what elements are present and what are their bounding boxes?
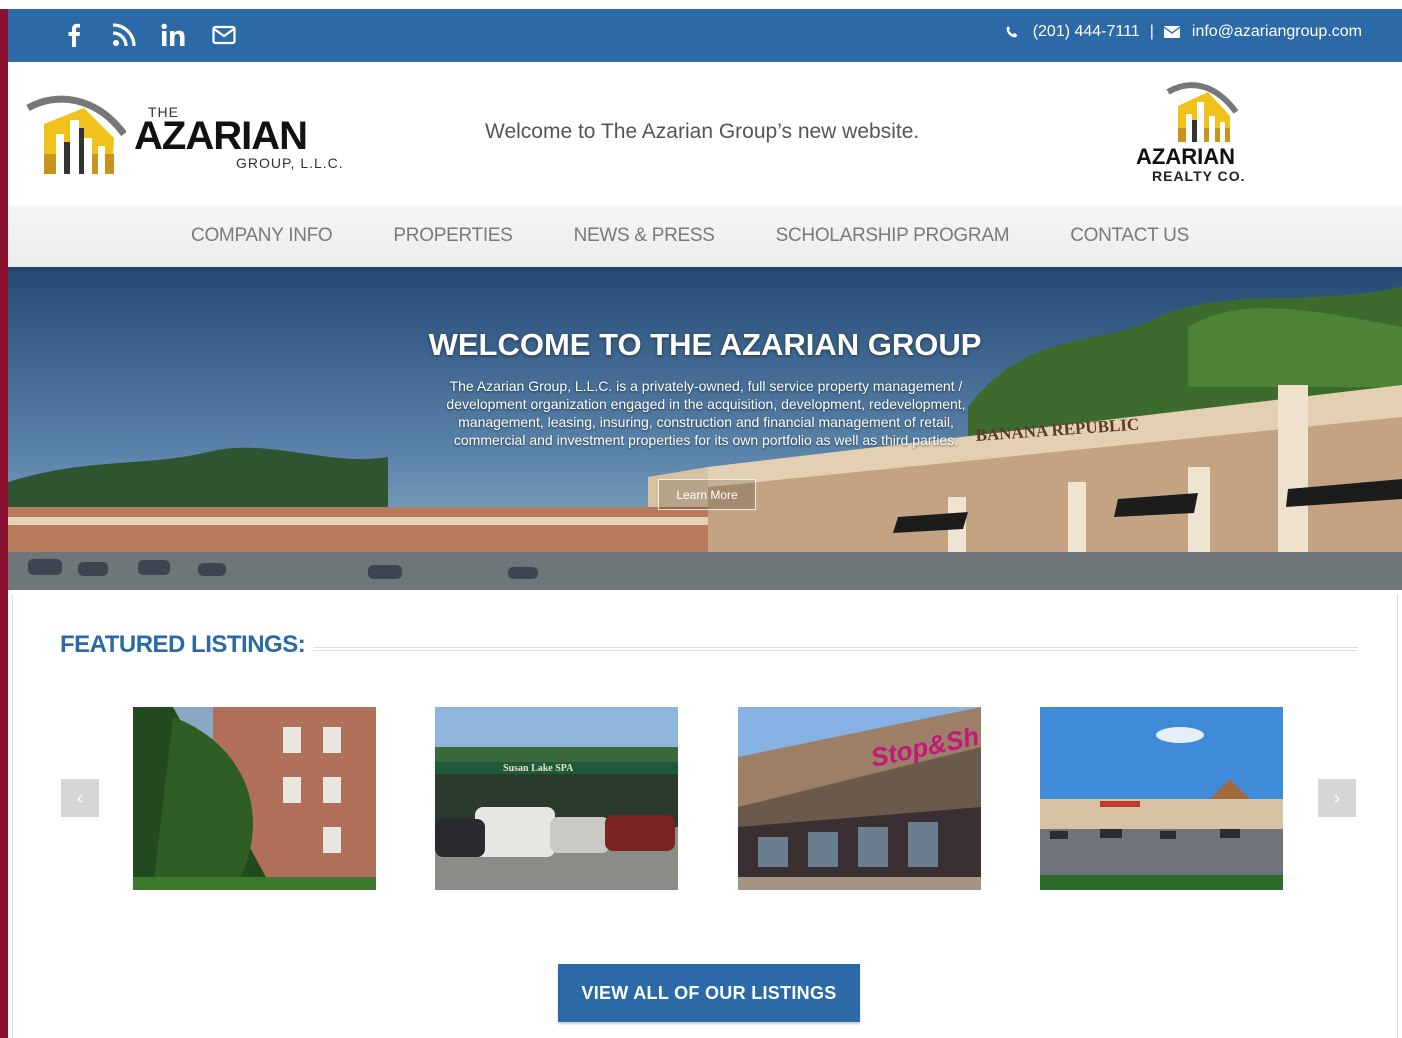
email-link[interactable]: info@azariangroup.com bbox=[1192, 23, 1362, 41]
listing-2-sign: Susan Lake SPA bbox=[503, 763, 574, 774]
nav-company-info[interactable]: COMPANY INFO bbox=[191, 225, 333, 247]
title-divider bbox=[313, 647, 1358, 651]
nav-properties[interactable]: PROPERTIES bbox=[393, 225, 512, 247]
envelope-icon bbox=[1163, 26, 1180, 38]
listing-card-2[interactable]: Susan Lake SPA bbox=[435, 707, 678, 890]
azarian-realty-logo[interactable]: AZARIAN REALTY CO. bbox=[1128, 80, 1278, 190]
rss-icon[interactable] bbox=[110, 21, 138, 49]
listing-image-2: Susan Lake SPA bbox=[435, 707, 678, 890]
contact-info: (201) 444-7111 | info@azariangroup.com bbox=[1005, 23, 1362, 41]
learn-more-button[interactable]: Learn More bbox=[658, 479, 756, 510]
hero-banner: BANANA REPUBLIC WELCOME TO THE AZARIAN G… bbox=[8, 267, 1402, 590]
listing-image-3: Stop&Sh bbox=[738, 707, 981, 890]
hero-title: WELCOME TO THE AZARIAN GROUP bbox=[428, 327, 982, 362]
nav-scholarship-program[interactable]: SCHOLARSHIP PROGRAM bbox=[776, 225, 1010, 247]
hero-description: The Azarian Group, L.L.C. is a privately… bbox=[446, 378, 966, 448]
nav-contact-us[interactable]: CONTACT US bbox=[1070, 225, 1189, 247]
nav-news-press[interactable]: NEWS & PRESS bbox=[574, 225, 715, 247]
mail-icon[interactable] bbox=[210, 21, 238, 49]
listing-card-4[interactable] bbox=[1040, 707, 1283, 890]
phone-icon bbox=[1006, 25, 1017, 38]
realty-name-text: AZARIAN bbox=[1136, 144, 1235, 169]
facebook-icon[interactable] bbox=[60, 21, 88, 49]
social-links bbox=[60, 21, 238, 49]
header: THE AZARIAN GROUP, L.L.C. Welcome to The… bbox=[8, 62, 1402, 205]
top-bar: (201) 444-7111 | info@azariangroup.com bbox=[8, 9, 1402, 62]
linkedin-icon[interactable] bbox=[160, 21, 188, 49]
logo-name-text: AZARIAN bbox=[134, 114, 308, 158]
realty-building-icon bbox=[1166, 82, 1239, 142]
realty-sub-text: REALTY CO. bbox=[1152, 168, 1246, 184]
main-nav: COMPANY INFO PROPERTIES NEWS & PRESS SCH… bbox=[8, 205, 1402, 267]
building-logo-icon bbox=[26, 95, 126, 174]
carousel-next-button[interactable]: › bbox=[1318, 779, 1356, 817]
featured-listings-section: FEATURED LISTINGS: ‹ Susan Lake SPA Stop… bbox=[12, 594, 1398, 1038]
window-edge bbox=[0, 0, 8, 1038]
featured-listings-title: FEATURED LISTINGS: bbox=[60, 631, 306, 658]
carousel-prev-button[interactable]: ‹ bbox=[61, 779, 99, 817]
listing-image-1 bbox=[133, 707, 376, 890]
azarian-group-logo[interactable]: THE AZARIAN GROUP, L.L.C. bbox=[26, 94, 366, 184]
phone-number[interactable]: (201) 444-7111 bbox=[1033, 23, 1140, 41]
view-all-listings-button[interactable]: VIEW ALL OF OUR LISTINGS bbox=[558, 964, 860, 1022]
chevron-left-icon: ‹ bbox=[77, 787, 83, 808]
window-top-edge bbox=[0, 0, 1402, 9]
listing-image-4 bbox=[1040, 707, 1283, 890]
page: (201) 444-7111 | info@azariangroup.com T… bbox=[8, 9, 1402, 1038]
welcome-message: Welcome to The Azarian Group’s new websi… bbox=[485, 120, 920, 143]
contact-separator: | bbox=[1149, 23, 1154, 40]
logo-sub-text: GROUP, L.L.C. bbox=[236, 155, 344, 171]
listing-card-3[interactable]: Stop&Sh bbox=[738, 707, 981, 890]
listing-card-1[interactable] bbox=[133, 707, 376, 890]
chevron-right-icon: › bbox=[1334, 787, 1340, 808]
